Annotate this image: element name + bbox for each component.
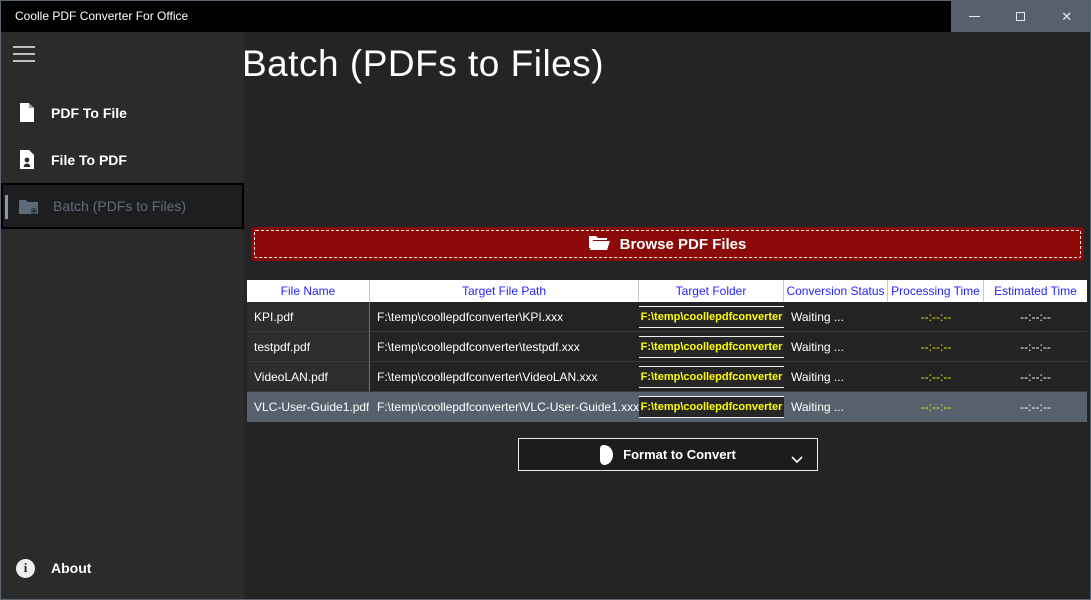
cell-conversion-status: Waiting ... bbox=[784, 362, 888, 392]
close-button[interactable]: ✕ bbox=[1044, 1, 1090, 32]
cell-target-file-path: F:\temp\coollepdfconverter\VLC-User-Guid… bbox=[370, 392, 639, 422]
cell-target-file-path: F:\temp\coollepdfconverter\testpdf.xxx bbox=[370, 332, 639, 362]
target-folder-button[interactable]: F:\temp\coollepdfconverter bbox=[639, 396, 784, 418]
column-header-target-file-path: Target File Path bbox=[370, 280, 639, 302]
column-header-file-name: File Name bbox=[247, 280, 370, 302]
table-header: File Name Target File Path Target Folder… bbox=[247, 280, 1087, 302]
cell-target-folder: F:\temp\coollepdfconverter bbox=[639, 302, 784, 332]
column-header-conversion-status: Conversion Status bbox=[784, 280, 888, 302]
hamburger-menu-icon[interactable] bbox=[13, 46, 35, 62]
cell-file-name: VLC-User-Guide1.pdf bbox=[247, 392, 370, 422]
sidebar-item-file-to-pdf[interactable]: File To PDF bbox=[1, 137, 244, 183]
window-controls: ✕ bbox=[951, 1, 1090, 32]
table-row[interactable]: VideoLAN.pdfF:\temp\coollepdfconverter\V… bbox=[247, 362, 1087, 392]
chevron-down-icon bbox=[791, 451, 803, 469]
sidebar-item-batch-pdfs-to-files[interactable]: Batch (PDFs to Files) bbox=[1, 183, 244, 229]
cell-target-file-path: F:\temp\coollepdfconverter\VideoLAN.xxx bbox=[370, 362, 639, 392]
pdf-to-file-icon bbox=[17, 103, 37, 123]
cell-conversion-status: Waiting ... bbox=[784, 332, 888, 362]
page-title: Batch (PDFs to Files) bbox=[242, 43, 604, 85]
format-icon bbox=[600, 445, 613, 465]
batch-folder-icon bbox=[19, 196, 39, 216]
minimize-button[interactable] bbox=[951, 1, 997, 32]
file-to-pdf-icon bbox=[17, 150, 37, 170]
cell-file-name: testpdf.pdf bbox=[247, 332, 370, 362]
maximize-button[interactable] bbox=[997, 1, 1043, 32]
cell-estimated-time: --:--:-- bbox=[984, 362, 1087, 392]
cell-target-file-path: F:\temp\coollepdfconverter\KPI.xxx bbox=[370, 302, 639, 332]
maximize-icon bbox=[1016, 12, 1025, 21]
cell-conversion-status: Waiting ... bbox=[784, 392, 888, 422]
column-header-processing-time: Processing Time bbox=[888, 280, 984, 302]
table-row[interactable]: KPI.pdfF:\temp\coollepdfconverter\KPI.xx… bbox=[247, 302, 1087, 332]
cell-target-folder: F:\temp\coollepdfconverter bbox=[639, 332, 784, 362]
cell-file-name: KPI.pdf bbox=[247, 302, 370, 332]
about-label: About bbox=[51, 560, 91, 576]
cell-estimated-time: --:--:-- bbox=[984, 302, 1087, 332]
table-row[interactable]: VLC-User-Guide1.pdfF:\temp\coollepdfconv… bbox=[247, 392, 1087, 422]
target-folder-button[interactable]: F:\temp\coollepdfconverter bbox=[639, 306, 784, 328]
column-header-target-folder: Target Folder bbox=[639, 280, 784, 302]
cell-processing-time: --:--:-- bbox=[888, 362, 984, 392]
sidebar-item-about[interactable]: i About bbox=[1, 545, 244, 591]
cell-target-folder: F:\temp\coollepdfconverter bbox=[639, 392, 784, 422]
info-icon: i bbox=[16, 559, 35, 578]
minimize-icon bbox=[969, 16, 980, 17]
browse-button-label: Browse PDF Files bbox=[620, 236, 747, 253]
window-title: Coolle PDF Converter For Office bbox=[15, 1, 188, 32]
cell-estimated-time: --:--:-- bbox=[984, 392, 1087, 422]
format-dropdown-label: Format to Convert bbox=[623, 447, 736, 462]
target-folder-button[interactable]: F:\temp\coollepdfconverter bbox=[639, 366, 784, 388]
title-bar: Coolle PDF Converter For Office ✕ bbox=[1, 1, 1090, 32]
browse-pdf-files-button[interactable]: Browse PDF Files bbox=[251, 227, 1084, 261]
sidebar-item-label: Batch (PDFs to Files) bbox=[53, 198, 186, 214]
close-icon: ✕ bbox=[1061, 9, 1072, 25]
cell-estimated-time: --:--:-- bbox=[984, 332, 1087, 362]
conversion-table: File Name Target File Path Target Folder… bbox=[247, 280, 1087, 422]
app-window: Coolle PDF Converter For Office ✕ PDF To… bbox=[0, 0, 1091, 600]
selected-indicator bbox=[5, 195, 8, 219]
folder-open-icon bbox=[589, 234, 610, 255]
target-folder-button[interactable]: F:\temp\coollepdfconverter bbox=[639, 336, 784, 358]
cell-processing-time: --:--:-- bbox=[888, 392, 984, 422]
cell-file-name: VideoLAN.pdf bbox=[247, 362, 370, 392]
cell-target-folder: F:\temp\coollepdfconverter bbox=[639, 362, 784, 392]
cell-conversion-status: Waiting ... bbox=[784, 302, 888, 332]
sidebar-item-label: File To PDF bbox=[51, 152, 127, 168]
table-body: KPI.pdfF:\temp\coollepdfconverter\KPI.xx… bbox=[247, 302, 1087, 422]
cell-processing-time: --:--:-- bbox=[888, 302, 984, 332]
sidebar-item-label: PDF To File bbox=[51, 105, 127, 121]
sidebar: PDF To File File To PDF Batch (PDFs to F… bbox=[1, 32, 244, 599]
format-to-convert-dropdown[interactable]: Format to Convert bbox=[518, 438, 818, 471]
sidebar-item-pdf-to-file[interactable]: PDF To File bbox=[1, 90, 244, 136]
table-row[interactable]: testpdf.pdfF:\temp\coollepdfconverter\te… bbox=[247, 332, 1087, 362]
cell-processing-time: --:--:-- bbox=[888, 332, 984, 362]
column-header-estimated-time: Estimated Time bbox=[984, 280, 1087, 302]
